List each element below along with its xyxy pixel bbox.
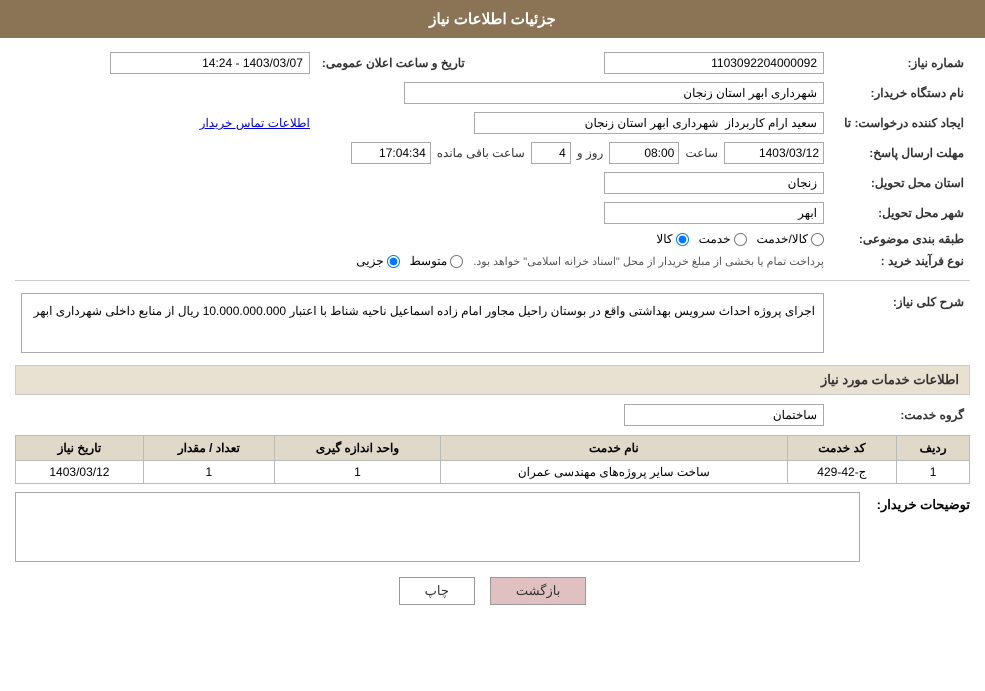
col-unit: واحد اندازه گیری (274, 436, 440, 461)
buyer-notes-textarea[interactable] (15, 492, 860, 562)
khadamat-label: خدمت (699, 232, 731, 246)
services-table: ردیف کد خدمت نام خدمت واحد اندازه گیری ت… (15, 435, 970, 484)
response-time-input[interactable] (609, 142, 679, 164)
creator-label: ایجاد کننده درخواست: تا (830, 108, 970, 138)
row-creator: ایجاد کننده درخواست: تا اطلاعات تماس خری… (15, 108, 970, 138)
table-row: 1ج-42-429ساخت سایر پروژه‌های مهندسی عمرا… (16, 461, 970, 484)
row-province: استان محل تحویل: (15, 168, 970, 198)
service-group-row: گروه خدمت: (15, 400, 970, 430)
row-city: شهر محل تحویل: (15, 198, 970, 228)
buyer-org-label: نام دستگاه خریدار: (830, 78, 970, 108)
services-section-header: اطلاعات خدمات مورد نیاز (15, 365, 970, 395)
announce-date-value (15, 48, 316, 78)
page-wrapper: جزئیات اطلاعات نیاز شماره نیاز: تاریخ و … (0, 0, 985, 691)
col-service-name: نام خدمت (441, 436, 787, 461)
response-days-label: روز و (577, 146, 604, 160)
response-date-input[interactable] (724, 142, 824, 164)
motavaset-label: متوسط (410, 254, 448, 268)
creator-input[interactable] (474, 112, 824, 134)
page-title: جزئیات اطلاعات نیاز (429, 11, 556, 28)
announce-date-label: تاریخ و ساعت اعلان عمومی: (316, 48, 471, 78)
need-number-input[interactable] (604, 52, 824, 74)
contact-link-cell: اطلاعات تماس خریدار (15, 108, 316, 138)
description-table: شرح کلی نیاز: اجرای پروژه احداث سرویس به… (15, 289, 970, 357)
city-input[interactable] (604, 202, 824, 224)
main-content: شماره نیاز: تاریخ و ساعت اعلان عمومی: نا… (0, 38, 985, 630)
description-row: شرح کلی نیاز: اجرای پروژه احداث سرویس به… (15, 289, 970, 357)
row-buyer-org: نام دستگاه خریدار: (15, 78, 970, 108)
response-deadline-row: ساعت روز و ساعت باقی مانده (15, 138, 830, 168)
services-table-header: ردیف کد خدمت نام خدمت واحد اندازه گیری ت… (16, 436, 970, 461)
col-row-num: ردیف (897, 436, 970, 461)
radio-khadamat[interactable]: خدمت (699, 232, 747, 246)
need-number-value (501, 48, 830, 78)
response-deadline-label: مهلت ارسال پاسخ: (830, 138, 970, 168)
radio-kala[interactable]: کالا (656, 232, 688, 246)
buyer-notes-label: توضیحات خریدار: (870, 492, 970, 513)
col-service-code: کد خدمت (787, 436, 897, 461)
province-label: استان محل تحویل: (830, 168, 970, 198)
print-button[interactable]: چاپ (399, 577, 475, 605)
process-radios: پرداخت تمام یا بخشی از مبلغ خریدار از مح… (15, 250, 830, 272)
response-time-label: ساعت (685, 146, 718, 160)
contact-info-link[interactable]: اطلاعات تماس خریدار (200, 116, 310, 130)
info-table: شماره نیاز: تاریخ و ساعت اعلان عمومی: نا… (15, 48, 970, 272)
row-process-type: نوع فرآیند خرید : پرداخت تمام یا بخشی از… (15, 250, 970, 272)
col-quantity: تعداد / مقدار (143, 436, 274, 461)
process-note: پرداخت تمام یا بخشی از مبلغ خریدار از مح… (473, 255, 824, 268)
description-value: اجرای پروژه احداث سرویس بهداشتی واقع در … (15, 289, 830, 357)
buyer-org-value (15, 78, 830, 108)
row-category: طبقه بندی موضوعی: کالا/خدمت خدمت (15, 228, 970, 250)
service-group-table: گروه خدمت: (15, 400, 970, 430)
process-label: نوع فرآیند خرید : (830, 250, 970, 272)
city-label: شهر محل تحویل: (830, 198, 970, 228)
service-group-input[interactable] (624, 404, 824, 426)
response-remaining-label: ساعت باقی مانده (437, 146, 525, 160)
row-response-deadline: مهلت ارسال پاسخ: ساعت روز و ساعت باقی ما… (15, 138, 970, 168)
category-radios: کالا/خدمت خدمت کالا (15, 228, 830, 250)
page-header: جزئیات اطلاعات نیاز (0, 0, 985, 38)
announce-date-input[interactable] (110, 52, 310, 74)
category-label: طبقه بندی موضوعی: (830, 228, 970, 250)
radio-kala-khadamat[interactable]: کالا/خدمت (757, 232, 824, 246)
radio-jozei[interactable]: جزیی (356, 254, 399, 268)
service-group-label: گروه خدمت: (830, 400, 970, 430)
buttons-row: بازگشت چاپ (15, 577, 970, 605)
province-input[interactable] (604, 172, 824, 194)
back-button[interactable]: بازگشت (490, 577, 586, 605)
need-number-label: شماره نیاز: (830, 48, 970, 78)
province-value (15, 168, 830, 198)
service-group-value (15, 400, 830, 430)
response-remaining-input[interactable] (351, 142, 431, 164)
row-need-number: شماره نیاز: تاریخ و ساعت اعلان عمومی: (15, 48, 970, 78)
divider-1 (15, 280, 970, 281)
response-days-input[interactable] (531, 142, 571, 164)
kala-label: کالا (656, 232, 672, 246)
buyer-org-input[interactable] (404, 82, 824, 104)
creator-value (316, 108, 830, 138)
buyer-notes-row: توضیحات خریدار: (15, 492, 970, 562)
kala-khadamat-label: کالا/خدمت (757, 232, 808, 246)
description-box: اجرای پروژه احداث سرویس بهداشتی واقع در … (21, 293, 824, 353)
jozei-label: جزیی (356, 254, 383, 268)
col-date: تاریخ نیاز (16, 436, 144, 461)
radio-motavaset[interactable]: متوسط (410, 254, 464, 268)
city-value (15, 198, 830, 228)
description-label: شرح کلی نیاز: (830, 289, 970, 357)
